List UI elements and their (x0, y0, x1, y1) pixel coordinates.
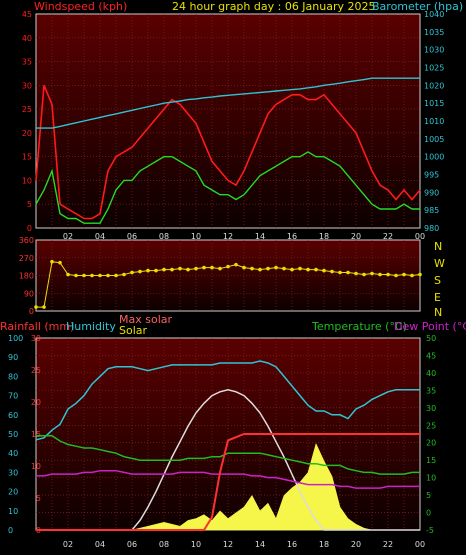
time-tick-label: 02 (63, 540, 73, 549)
direction-tick-label: 360 (19, 236, 34, 245)
temperature-tick-label: 50 (426, 334, 436, 343)
time-tick-label: 22 (383, 540, 393, 549)
temperature-tick-label: 10 (426, 474, 436, 483)
humidity-tick-label: 20 (8, 488, 18, 497)
temperature-tick-label: 5 (426, 491, 431, 500)
rain-tick-label: 5 (36, 494, 41, 503)
windspeed-tick-label: 30 (22, 81, 32, 90)
windspeed-axis-title: Windspeed (kph) (34, 0, 127, 13)
barometer-tick-label: 1010 (424, 117, 444, 126)
barometer-tick-label: 1000 (424, 153, 444, 162)
temperature-tick-label: 15 (426, 456, 436, 465)
rain-tick-label: 30 (31, 334, 41, 343)
time-tick-label: 10 (191, 232, 201, 241)
direction-tick-label: 270 (19, 254, 34, 263)
windspeed-tick-label: 15 (22, 153, 32, 162)
barometer-tick-label: 995 (424, 171, 439, 180)
humidity-tick-label: 40 (8, 449, 18, 458)
direction-tick-label: 0 (29, 307, 34, 316)
humidity-tick-label: 60 (8, 411, 18, 420)
temperature-tick-label: 35 (426, 386, 436, 395)
windspeed-tick-label: 45 (22, 10, 32, 19)
humidity-tick-label: 90 (8, 353, 18, 362)
time-tick-label: 16 (287, 232, 297, 241)
direction-tick-label: 90 (24, 289, 34, 298)
barometer-tick-label: 1025 (424, 64, 444, 73)
temperature-tick-label: -5 (426, 526, 434, 535)
time-tick-label: 00 (415, 540, 425, 549)
barometer-tick-label: 1015 (424, 99, 444, 108)
temperature-tick-label: 40 (426, 369, 436, 378)
dewpoint-legend: Dew Point (°C) (394, 320, 466, 333)
windspeed-tick-label: 25 (22, 105, 32, 114)
time-tick-label: 08 (159, 232, 169, 241)
time-tick-label: 12 (223, 232, 233, 241)
time-tick-label: 14 (255, 540, 265, 549)
windspeed-tick-label: 10 (22, 176, 32, 185)
direction-tick-label: 180 (19, 272, 34, 281)
time-tick-label: 18 (319, 232, 329, 241)
barometer-axis-title: Barometer (hpa) (372, 0, 463, 13)
humidity-tick-label: 10 (8, 507, 18, 516)
windspeed-tick-label: 40 (22, 34, 32, 43)
compass-labels: N W S E N (434, 240, 445, 319)
temperature-tick-label: 45 (426, 351, 436, 360)
humidity-tick-label: 50 (8, 430, 18, 439)
humidity-tick-label: 100 (8, 334, 23, 343)
windspeed-tick-label: 35 (22, 58, 32, 67)
windspeed-tick-label: 0 (27, 224, 32, 233)
chart-date-title: 24 hour graph day : 06 January 2025 (172, 0, 376, 13)
time-tick-label: 02 (63, 232, 73, 241)
temperature-tick-label: 25 (426, 421, 436, 430)
time-tick-label: 16 (287, 540, 297, 549)
temperature-tick-label: 0 (426, 509, 431, 518)
time-tick-label: 12 (223, 540, 233, 549)
humidity-tick-label: 80 (8, 372, 18, 381)
barometer-tick-label: 1030 (424, 46, 444, 55)
humidity-tick-label: 0 (8, 526, 13, 535)
barometer-tick-label: 1020 (424, 81, 444, 90)
compass-label: N (434, 306, 442, 319)
rain-tick-label: 25 (31, 366, 41, 375)
temperature-legend: Temperature (°C) (311, 320, 407, 333)
humidity-legend: Humidity (66, 320, 116, 333)
humidity-tick-label: 30 (8, 468, 18, 477)
solar-legend: Solar (119, 324, 148, 337)
rain-tick-label: 15 (31, 430, 41, 439)
barometer-tick-label: 1035 (424, 28, 444, 37)
time-tick-label: 08 (159, 540, 169, 549)
weather-graph: Windspeed (kph) 24 hour graph day : 06 J… (0, 0, 466, 549)
time-tick-label: 06 (127, 232, 137, 241)
time-tick-label: 18 (319, 540, 329, 549)
rainfall-legend: Rainfall (mm) (0, 320, 74, 333)
barometer-tick-label: 980 (424, 224, 439, 233)
time-tick-label: 10 (191, 540, 201, 549)
time-tick-label: 04 (95, 232, 105, 241)
time-tick-label: 00 (415, 232, 425, 241)
rain-tick-label: 10 (31, 462, 41, 471)
windspeed-tick-label: 20 (22, 129, 32, 138)
time-tick-label: 14 (255, 232, 265, 241)
temperature-tick-label: 30 (426, 404, 436, 413)
barometer-tick-label: 985 (424, 206, 439, 215)
wind-panel (35, 13, 421, 229)
compass-label: W (434, 257, 445, 270)
barometer-tick-label: 990 (424, 188, 439, 197)
humidity-tick-label: 70 (8, 392, 18, 401)
compass-label: N (434, 240, 442, 253)
temperature-tick-label: 20 (426, 439, 436, 448)
time-tick-label: 20 (351, 540, 361, 549)
compass-label: S (434, 274, 441, 287)
compass-label: E (434, 291, 441, 304)
time-tick-label: 04 (95, 540, 105, 549)
barometer-tick-label: 1040 (424, 10, 444, 19)
time-tick-label: 22 (383, 232, 393, 241)
time-tick-label: 06 (127, 540, 137, 549)
barometer-tick-label: 1005 (424, 135, 444, 144)
rain-tick-label: 20 (31, 398, 41, 407)
windspeed-tick-label: 5 (27, 200, 32, 209)
time-tick-label: 20 (351, 232, 361, 241)
